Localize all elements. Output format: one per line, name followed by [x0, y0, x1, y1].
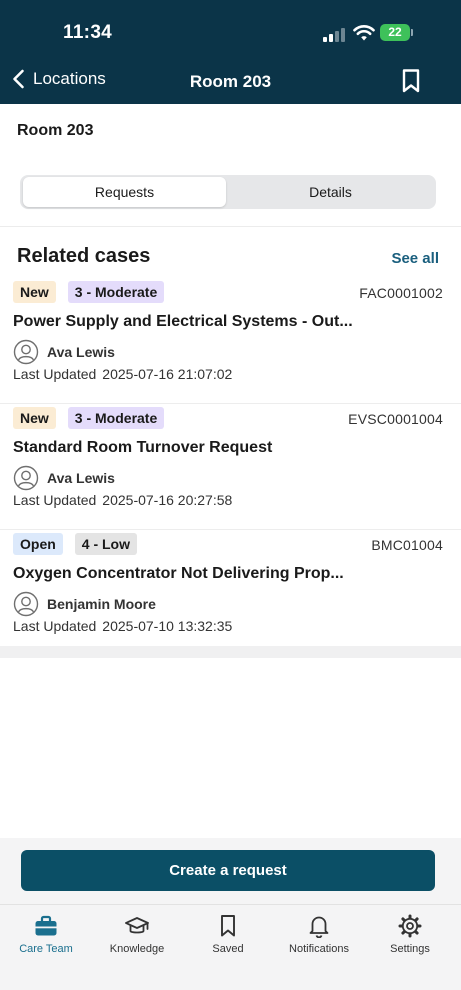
create-request-button[interactable]: Create a request	[21, 850, 435, 891]
case-number: EVSC0001004	[348, 411, 443, 427]
segment-requests[interactable]: Requests	[23, 177, 226, 207]
action-bar: Create a request	[0, 838, 461, 904]
tab-label: Saved	[212, 943, 244, 955]
tab-care-team[interactable]: Care Team	[0, 913, 92, 955]
case-assignee: Ava Lewis	[13, 465, 115, 491]
tab-label: Care Team	[19, 943, 73, 955]
last-updated-value: 2025-07-10 13:32:35	[102, 618, 233, 634]
last-updated-label: Last Updated	[13, 366, 97, 382]
user-avatar-icon	[13, 465, 39, 491]
tab-settings[interactable]: Settings	[364, 913, 456, 955]
room-title: Room 203	[17, 122, 94, 139]
see-all-link[interactable]: See all	[391, 250, 439, 267]
related-cases-title: Related cases	[17, 245, 151, 267]
case-assignee: Benjamin Moore	[13, 591, 156, 617]
case-item[interactable]: New 3 - Moderate FAC0001002 Power Supply…	[0, 281, 461, 404]
assignee-name: Benjamin Moore	[47, 596, 156, 612]
battery-icon: 22	[380, 24, 413, 41]
tab-knowledge[interactable]: Knowledge	[91, 913, 183, 955]
gear-icon	[398, 914, 422, 938]
case-number: BMC01004	[371, 537, 443, 553]
assignee-name: Ava Lewis	[47, 470, 115, 486]
tab-label: Knowledge	[109, 943, 165, 955]
case-assignee: Ava Lewis	[13, 339, 115, 365]
last-updated-value: 2025-07-16 21:07:02	[102, 366, 233, 382]
segmented-control: Requests Details	[20, 175, 436, 209]
briefcase-icon	[35, 915, 57, 936]
last-updated-label: Last Updated	[13, 618, 97, 634]
nav-title: Room 203	[189, 72, 272, 91]
section-divider	[0, 226, 461, 227]
battery-level: 22	[380, 24, 410, 41]
last-updated: Last Updated 2025-07-10 13:32:35	[13, 618, 232, 634]
segment-details[interactable]: Details	[228, 177, 433, 207]
status-badge: Open	[13, 533, 63, 555]
assignee-name: Ava Lewis	[47, 344, 115, 360]
status-badge: New	[13, 281, 56, 303]
last-updated: Last Updated 2025-07-16 20:27:58	[13, 492, 232, 508]
cellular-signal-icon	[323, 28, 347, 42]
user-avatar-icon	[13, 591, 39, 617]
case-number: FAC0001002	[359, 285, 443, 301]
priority-badge: 3 - Moderate	[67, 407, 165, 429]
priority-badge: 4 - Low	[74, 533, 138, 555]
row-divider	[0, 403, 461, 404]
graduation-cap-icon	[125, 917, 149, 934]
case-title: Oxygen Concentrator Not Delivering Prop.…	[13, 565, 344, 582]
tab-label: Settings	[390, 943, 430, 955]
tab-notifications[interactable]: Notifications	[273, 913, 365, 955]
last-updated-label: Last Updated	[13, 492, 97, 508]
last-updated: Last Updated 2025-07-16 21:07:02	[13, 366, 232, 382]
tab-label: Notifications	[289, 943, 349, 955]
case-title: Standard Room Turnover Request	[13, 439, 273, 456]
status-time: 11:34	[63, 22, 113, 43]
status-bar: 11:34 22	[0, 0, 461, 62]
tab-saved[interactable]: Saved	[182, 913, 274, 955]
case-item[interactable]: New 3 - Moderate EVSC0001004 Standard Ro…	[0, 407, 461, 530]
list-footer-bar	[0, 646, 461, 658]
last-updated-value: 2025-07-16 20:27:58	[102, 492, 233, 508]
bell-icon	[309, 916, 329, 938]
priority-badge: 3 - Moderate	[67, 281, 165, 303]
nav-bar: Locations Room 203	[0, 62, 461, 104]
row-divider	[0, 529, 461, 530]
tab-bar: Care Team Knowledge Saved Notifications	[0, 904, 461, 990]
wifi-icon	[353, 25, 375, 41]
bookmark-icon	[402, 69, 420, 93]
bookmark-button[interactable]	[401, 68, 421, 99]
bookmark-icon	[221, 915, 235, 937]
user-avatar-icon	[13, 339, 39, 365]
status-badge: New	[13, 407, 56, 429]
case-title: Power Supply and Electrical Systems - Ou…	[13, 313, 353, 330]
case-item[interactable]: Open 4 - Low BMC01004 Oxygen Concentrato…	[0, 533, 461, 656]
